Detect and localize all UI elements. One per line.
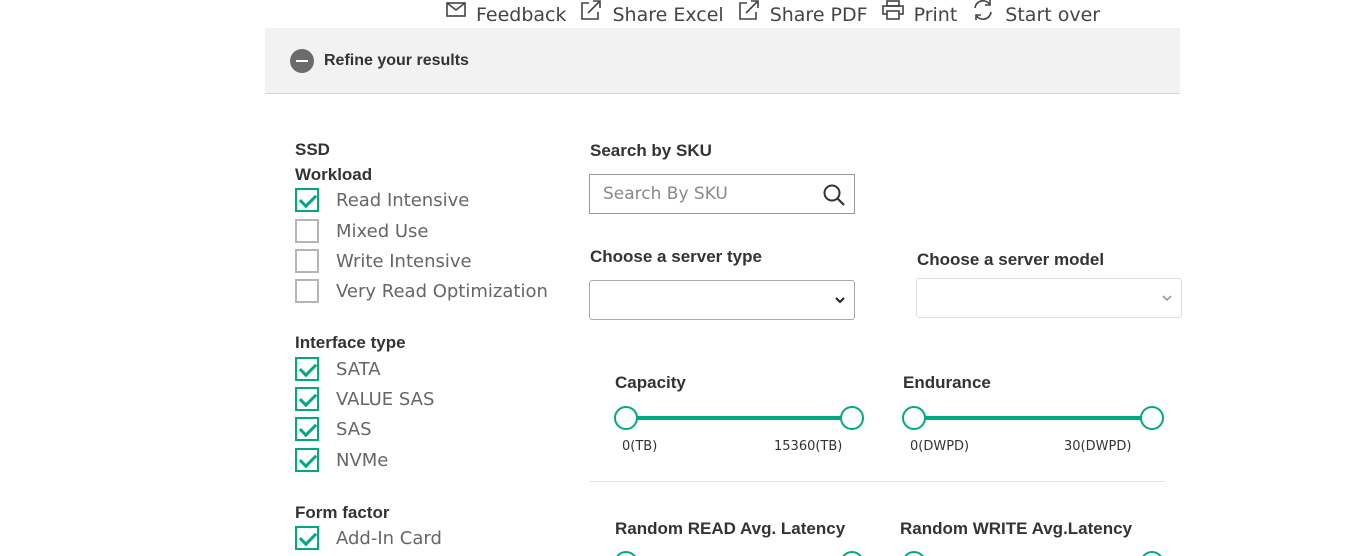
capacity-min-label: 0(TB) bbox=[622, 439, 658, 454]
checkbox-label: Write Intensive bbox=[336, 250, 472, 272]
checkbox-sas[interactable]: SAS bbox=[295, 417, 372, 441]
refresh-icon bbox=[974, 0, 993, 20]
feedback-button[interactable]: Feedback bbox=[446, 2, 567, 26]
checkbox-checked-icon[interactable] bbox=[295, 526, 319, 550]
chevron-down-icon bbox=[835, 297, 845, 304]
refine-title: Refine your results bbox=[324, 51, 469, 69]
printer-icon bbox=[881, 0, 904, 20]
checkbox-add-in-card[interactable]: Add-In Card bbox=[295, 526, 442, 550]
share-excel-button[interactable]: Share Excel bbox=[580, 0, 724, 26]
checkbox-label: NVMe bbox=[336, 449, 389, 471]
checkbox-mixed-use[interactable]: Mixed Use bbox=[295, 219, 428, 243]
checkbox-label: Read Intensive bbox=[336, 189, 470, 211]
slider-track bbox=[914, 416, 1152, 420]
slider-max-handle[interactable] bbox=[840, 406, 864, 430]
capacity-title: Capacity bbox=[615, 373, 686, 392]
server-model-select[interactable] bbox=[916, 278, 1182, 318]
mail-icon bbox=[446, 2, 466, 17]
workload-title: Workload bbox=[295, 165, 373, 184]
section-divider bbox=[589, 481, 1165, 482]
capacity-max-label: 15360(TB) bbox=[774, 439, 843, 454]
server-type-label: Choose a server type bbox=[590, 247, 762, 266]
checkbox-unchecked-icon[interactable] bbox=[295, 279, 319, 303]
server-type-select[interactable] bbox=[589, 280, 855, 320]
checkbox-checked-icon[interactable] bbox=[295, 387, 319, 411]
share-pdf-button[interactable]: Share PDF bbox=[738, 0, 868, 26]
checkbox-label: Mixed Use bbox=[336, 220, 429, 242]
slider-min-handle[interactable] bbox=[614, 551, 638, 556]
endurance-min-label: 0(DWPD) bbox=[910, 439, 970, 454]
slider-max-handle[interactable] bbox=[1140, 406, 1164, 430]
checkbox-checked-icon[interactable] bbox=[295, 357, 319, 381]
checkbox-label: Very Read Optimization bbox=[336, 280, 548, 302]
chevron-down-icon bbox=[1162, 295, 1172, 302]
checkbox-nvme[interactable]: NVMe bbox=[295, 448, 388, 472]
endurance-slider[interactable] bbox=[902, 405, 1164, 431]
share-excel-label: Share Excel bbox=[612, 4, 724, 26]
external-link-icon bbox=[581, 0, 602, 20]
slider-track bbox=[626, 416, 852, 420]
share-pdf-label: Share PDF bbox=[769, 4, 868, 26]
capacity-slider[interactable] bbox=[614, 405, 864, 431]
search-icon[interactable] bbox=[822, 183, 846, 207]
checkbox-sata[interactable]: SATA bbox=[295, 357, 381, 381]
slider-max-handle[interactable] bbox=[1140, 551, 1164, 556]
server-model-label: Choose a server model bbox=[917, 250, 1105, 269]
endurance-max-label: 30(DWPD) bbox=[1064, 439, 1132, 454]
checkbox-label: SAS bbox=[336, 418, 372, 440]
checkbox-label: Add-In Card bbox=[336, 527, 442, 549]
read-latency-slider[interactable] bbox=[614, 550, 864, 556]
print-button[interactable]: Print bbox=[881, 0, 958, 26]
endurance-title: Endurance bbox=[903, 373, 991, 392]
checkbox-label: VALUE SAS bbox=[336, 388, 435, 410]
checkbox-write-intensive[interactable]: Write Intensive bbox=[295, 249, 472, 273]
collapse-minus-icon[interactable] bbox=[290, 48, 314, 73]
checkbox-read-intensive[interactable]: Read Intensive bbox=[295, 188, 469, 212]
checkbox-very-read-optimization[interactable]: Very Read Optimization bbox=[295, 279, 548, 303]
refine-results-bar: Refine your results bbox=[265, 28, 1180, 94]
checkbox-unchecked-icon[interactable] bbox=[295, 249, 319, 273]
toolbar: Feedback Share Excel Share PDF Print Sta… bbox=[446, 0, 1114, 28]
sku-search-input[interactable] bbox=[590, 175, 810, 213]
write-latency-slider[interactable] bbox=[902, 550, 1164, 556]
checkbox-label: SATA bbox=[336, 358, 381, 380]
feedback-label: Feedback bbox=[476, 4, 567, 26]
slider-min-handle[interactable] bbox=[902, 551, 926, 556]
sku-search-label: Search by SKU bbox=[590, 141, 712, 160]
checkbox-unchecked-icon[interactable] bbox=[295, 219, 319, 243]
slider-min-handle[interactable] bbox=[902, 406, 926, 430]
form-factor-title: Form factor bbox=[295, 503, 390, 522]
category-title: SSD bbox=[295, 140, 330, 159]
external-link-icon bbox=[738, 0, 759, 20]
slider-max-handle[interactable] bbox=[840, 551, 864, 556]
start-over-button[interactable]: Start over bbox=[971, 0, 1101, 26]
sku-search-box bbox=[589, 174, 855, 214]
checkbox-value-sas[interactable]: VALUE SAS bbox=[295, 387, 434, 411]
interface-type-title: Interface type bbox=[295, 333, 406, 352]
slider-min-handle[interactable] bbox=[614, 406, 638, 430]
print-label: Print bbox=[913, 4, 958, 26]
checkbox-checked-icon[interactable] bbox=[295, 188, 319, 212]
checkbox-checked-icon[interactable] bbox=[295, 448, 319, 472]
write-latency-title: Random WRITE Avg.Latency bbox=[900, 519, 1133, 538]
start-over-label: Start over bbox=[1005, 4, 1101, 26]
checkbox-checked-icon[interactable] bbox=[295, 417, 319, 441]
read-latency-title: Random READ Avg. Latency bbox=[615, 519, 846, 538]
